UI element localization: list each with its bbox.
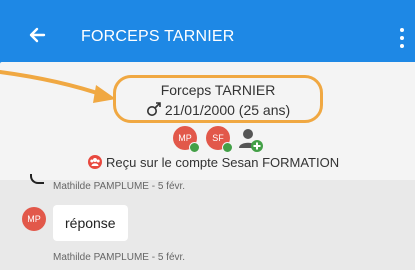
patient-name: Forceps TARNIER [160,82,276,98]
page-title: FORCEPS TARNIER [81,28,235,45]
patient-dob-age: 21/01/2000 (25 ans) [164,102,291,118]
back-arrow-icon[interactable] [26,24,48,46]
message-meta: Mathilde PAMPLUME - 5 févr. [53,252,186,263]
participant-avatar[interactable]: MP [173,126,200,153]
previous-message-edge [30,174,44,184]
male-icon [146,101,162,117]
more-options-icon[interactable] [399,28,405,48]
online-status-icon [222,142,233,153]
account-info: Reçu sur le compte Sesan FORMATION [88,155,339,170]
message-avatar: MP [22,207,46,231]
participants: MP SF [173,126,273,154]
add-participant-icon[interactable] [237,126,265,154]
online-status-icon [189,142,200,153]
account-group-icon [88,155,102,169]
message-bubble[interactable]: réponse [53,205,128,241]
message-meta: Mathilde PAMPLUME - 5 févr. [53,181,186,192]
patient-header: Forceps TARNIER 21/01/2000 (25 ans) MP S… [0,62,415,180]
participant-avatar[interactable]: SF [206,126,233,153]
message-feed: Mathilde PAMPLUME - 5 févr. MP réponse M… [0,174,415,270]
patient-identity: Forceps TARNIER 21/01/2000 (25 ans) [113,75,323,123]
